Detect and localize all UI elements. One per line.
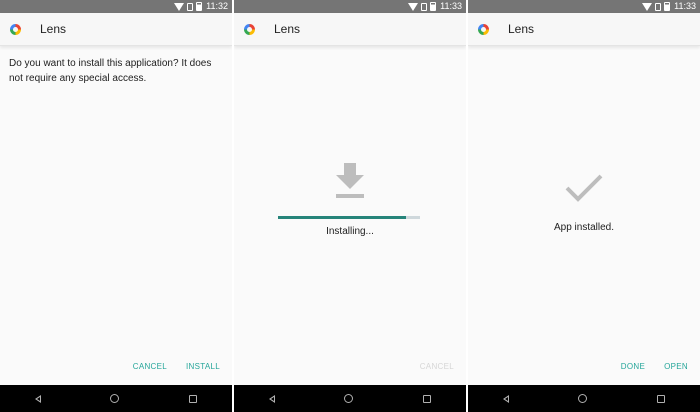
recents-icon[interactable]: [657, 394, 666, 403]
action-buttons: DONE OPEN: [621, 362, 688, 371]
navigation-bar: [468, 385, 700, 412]
app-bar: Lens: [0, 13, 232, 46]
back-icon[interactable]: [268, 394, 275, 403]
installing-status: Installing...: [326, 226, 374, 237]
install-message: Do you want to install this application?…: [9, 58, 212, 84]
sim-icon: [655, 2, 662, 11]
battery-icon: [430, 2, 437, 11]
recents-icon[interactable]: [423, 394, 432, 403]
home-icon[interactable]: [578, 394, 588, 403]
action-buttons: CANCEL: [420, 362, 454, 371]
status-bar: 11:32: [0, 0, 232, 13]
screen-installed: 11:33 Lens App installed. DONE OPEN: [468, 0, 700, 412]
app-bar: Lens: [468, 13, 700, 46]
app-icon: [10, 23, 21, 35]
back-icon[interactable]: [502, 394, 509, 403]
app-icon: [244, 23, 255, 35]
cancel-button[interactable]: CANCEL: [133, 362, 167, 371]
wifi-icon: [174, 2, 185, 11]
check-icon: [565, 174, 603, 202]
sim-icon: [187, 2, 194, 11]
back-icon[interactable]: [34, 394, 41, 403]
status-time: 11:33: [440, 1, 462, 11]
app-name: Lens: [508, 22, 535, 36]
progress-fill: [278, 216, 406, 219]
action-buttons: CANCEL INSTALL: [133, 362, 220, 371]
home-icon[interactable]: [110, 394, 120, 403]
wifi-icon: [408, 2, 419, 11]
install-button[interactable]: INSTALL: [186, 362, 220, 371]
wifi-icon: [642, 2, 653, 11]
status-time: 11:32: [206, 1, 228, 11]
status-time: 11:33: [674, 1, 696, 11]
cancel-button[interactable]: CANCEL: [420, 362, 454, 371]
installed-status: App installed.: [553, 222, 615, 233]
app-icon: [478, 23, 489, 35]
open-button[interactable]: OPEN: [664, 362, 688, 371]
done-button[interactable]: DONE: [621, 362, 645, 371]
install-progress-bar: [278, 216, 420, 219]
app-name: Lens: [40, 22, 67, 36]
sim-icon: [421, 2, 428, 11]
home-icon[interactable]: [344, 394, 354, 403]
app-name: Lens: [274, 22, 301, 36]
screen-installing: 11:33 Lens Installing... CANCEL: [234, 0, 466, 412]
recents-icon[interactable]: [189, 394, 198, 403]
status-bar: 11:33: [468, 0, 700, 13]
navigation-bar: [0, 385, 232, 412]
battery-icon: [196, 2, 203, 11]
battery-icon: [664, 2, 671, 11]
download-icon: [336, 163, 364, 198]
app-bar: Lens: [234, 13, 466, 46]
screen-install-prompt: 11:32 Lens Do you want to install this a…: [0, 0, 232, 412]
status-bar: 11:33: [234, 0, 466, 13]
navigation-bar: [234, 385, 466, 412]
